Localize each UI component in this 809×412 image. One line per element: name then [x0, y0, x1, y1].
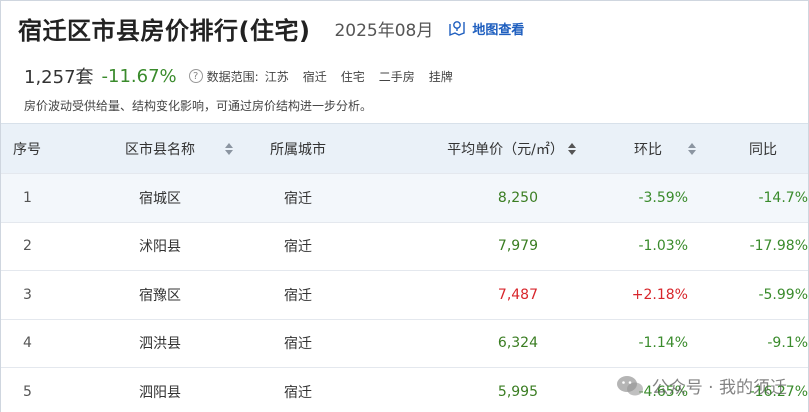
table-row[interactable]: 2 沭阳县 宿迁 7,979 -1.03% -17.98%	[1, 221, 808, 271]
row-name[interactable]: 泗阳县	[95, 382, 225, 402]
table-row[interactable]: 1 宿城区 宿迁 8,250 -3.59% -14.7%	[1, 173, 808, 222]
watermark: 公众号 · 我的须迁	[616, 373, 787, 398]
header-city: 所属城市	[270, 141, 326, 158]
row-price: 8,250	[497, 189, 538, 206]
page-title: 宿迁区市县房价排行(住宅)	[18, 16, 311, 45]
row-mom: -1.14%	[638, 335, 688, 352]
row-city: 宿迁	[284, 239, 312, 256]
listing-count: 1,257套	[24, 67, 94, 88]
row-price: 7,487	[497, 286, 538, 303]
row-name[interactable]: 沭阳县	[95, 236, 225, 256]
row-yoy: -17.98%	[749, 238, 808, 255]
table-row[interactable]: 4 泗洪县 宿迁 6,324 -1.14% -9.1%	[1, 318, 808, 368]
explanation-note: 房价波动受供给量、结构变化影响，可通过房价结构进一步分析。	[24, 99, 373, 113]
stats-row: 1,257套 -11.67% ? 数据范围: 江苏 宿迁 住宅 二手房 挂牌	[24, 62, 453, 90]
wechat-icon	[616, 375, 643, 395]
tag-listing: 挂牌	[428, 69, 453, 84]
row-city: 宿迁	[284, 336, 312, 353]
data-range-label: 数据范围:	[206, 69, 259, 84]
row-price: 6,324	[497, 335, 538, 352]
row-mom: -3.59%	[638, 189, 688, 206]
header-yoy: 同比	[749, 141, 777, 158]
map-view-link[interactable]: 地图查看	[447, 19, 524, 38]
row-mom: +2.18%	[631, 286, 688, 303]
row-name[interactable]: 宿豫区	[95, 285, 225, 305]
row-yoy: -9.1%	[767, 335, 808, 352]
row-name[interactable]: 宿城区	[95, 188, 225, 208]
overall-change: -11.67%	[101, 65, 177, 87]
title-row: 宿迁区市县房价排行(住宅) 2025年08月 地图查看	[18, 10, 524, 46]
sort-mom-icon[interactable]	[688, 142, 696, 155]
row-idx: 5	[23, 383, 32, 400]
row-city: 宿迁	[284, 384, 312, 401]
row-city: 宿迁	[284, 190, 312, 207]
header-idx: 序号	[13, 141, 41, 158]
table-header: 序号 区市县名称 所属城市 平均单价（元/㎡） 环比 同比	[1, 123, 808, 173]
header-name: 区市县名称	[125, 141, 195, 158]
row-yoy: -14.7%	[758, 189, 808, 206]
row-yoy: -5.99%	[758, 286, 808, 303]
header-mom: 环比	[634, 141, 662, 158]
tag-province: 江苏	[264, 69, 289, 84]
row-price: 5,995	[497, 383, 538, 400]
tag-city: 宿迁	[302, 69, 327, 84]
table-row[interactable]: 3 宿豫区 宿迁 7,487 +2.18% -5.99%	[1, 270, 808, 319]
row-price: 7,979	[497, 238, 538, 255]
row-idx: 3	[23, 286, 32, 303]
sort-name-icon[interactable]	[225, 142, 233, 155]
row-idx: 2	[23, 238, 32, 255]
tag-market: 二手房	[378, 69, 415, 84]
row-idx: 1	[23, 189, 32, 206]
sort-price-icon[interactable]	[568, 142, 576, 155]
row-mom: -1.03%	[638, 238, 688, 255]
header-price: 平均单价（元/㎡）	[447, 141, 564, 158]
map-view-label: 地图查看	[472, 22, 525, 38]
date-selector[interactable]: 2025年08月	[334, 16, 433, 41]
ranking-table: 序号 区市县名称 所属城市 平均单价（元/㎡） 环比 同比 1 宿城区 宿迁 8…	[1, 123, 808, 412]
help-icon[interactable]: ?	[188, 69, 203, 83]
row-name[interactable]: 泗洪县	[95, 333, 225, 353]
map-pin-icon	[449, 21, 466, 37]
watermark-text: 公众号 · 我的须迁	[651, 378, 787, 398]
row-city: 宿迁	[284, 287, 312, 304]
row-idx: 4	[23, 335, 32, 352]
tag-property-type: 住宅	[340, 69, 365, 84]
